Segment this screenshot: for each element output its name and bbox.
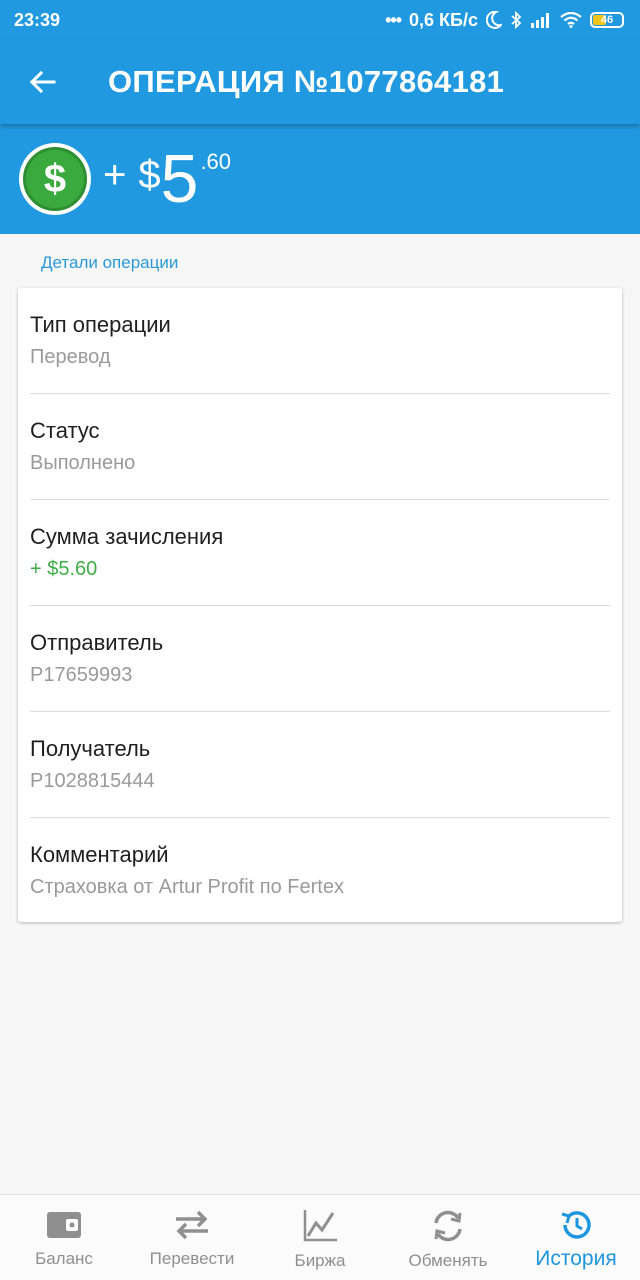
detail-row-type: Тип операции Перевод bbox=[30, 288, 610, 394]
nav-item-balance[interactable]: Баланс bbox=[0, 1195, 128, 1280]
detail-row-recipient: Получатель P1028815444 bbox=[30, 712, 610, 818]
bluetooth-icon bbox=[511, 11, 522, 29]
page-title: ОПЕРАЦИЯ №1077864181 bbox=[108, 64, 505, 99]
app-bar: ОПЕРАЦИЯ №1077864181 bbox=[0, 40, 640, 124]
back-button[interactable] bbox=[0, 40, 84, 124]
detail-value: P1028815444 bbox=[30, 770, 155, 792]
wifi-icon bbox=[560, 12, 582, 28]
amount-currency: $ bbox=[138, 153, 161, 197]
detail-label: Статус bbox=[30, 418, 100, 443]
detail-value: + $5.60 bbox=[30, 558, 98, 580]
detail-label: Отправитель bbox=[30, 630, 164, 655]
amount-header: $ + $ 5 .60 bbox=[0, 124, 640, 234]
nav-item-history[interactable]: История bbox=[512, 1195, 640, 1280]
nav-item-swap[interactable]: Обменять bbox=[384, 1195, 512, 1280]
detail-value: Выполнено bbox=[30, 452, 136, 474]
chart-icon bbox=[303, 1210, 337, 1242]
nav-item-exchange-market[interactable]: Биржа bbox=[256, 1195, 384, 1280]
detail-label: Комментарий bbox=[30, 842, 169, 867]
signal-icon bbox=[531, 13, 549, 28]
detail-value: Страховка от Artur Profit по Fertex bbox=[30, 876, 344, 898]
amount-cents: .60 bbox=[200, 149, 232, 174]
nav-label: Биржа bbox=[294, 1251, 346, 1270]
battery-icon: 46 bbox=[590, 12, 624, 28]
detail-label: Тип операции bbox=[30, 312, 171, 337]
amount-display: + $ 5 .60 bbox=[103, 135, 231, 213]
status-bar: 23:39 ••• 0,6 КБ/с 46 bbox=[0, 0, 640, 40]
arrow-back-icon bbox=[29, 70, 56, 94]
detail-value: P17659993 bbox=[30, 664, 133, 686]
detail-row-sender: Отправитель P17659993 bbox=[30, 606, 610, 712]
amount-whole: 5 bbox=[160, 141, 199, 217]
amount-sign: + bbox=[103, 153, 127, 197]
network-speed: 0,6 КБ/с bbox=[409, 9, 478, 30]
detail-row-status: Статус Выполнено bbox=[30, 394, 610, 500]
detail-row-comment: Комментарий Страховка от Artur Profit по… bbox=[30, 818, 610, 924]
detail-label: Сумма зачисления bbox=[30, 524, 224, 549]
dollar-icon: $ bbox=[19, 143, 91, 215]
battery-level: 46 bbox=[600, 14, 614, 26]
nav-label: Перевести bbox=[149, 1249, 235, 1268]
moon-icon bbox=[486, 11, 502, 29]
transfer-arrows-icon bbox=[176, 1210, 208, 1240]
history-icon bbox=[561, 1211, 591, 1239]
bottom-nav: Баланс Перевести Биржа Обменять История bbox=[0, 1194, 640, 1280]
nav-label: Обменять bbox=[408, 1251, 488, 1270]
status-indicators: ••• 0,6 КБ/с 46 bbox=[385, 10, 624, 31]
nav-label: Баланс bbox=[35, 1249, 93, 1268]
screen: 23:39 ••• 0,6 КБ/с 46 ОПЕРАЦИЯ №10778641… bbox=[0, 0, 640, 1280]
detail-row-amount: Сумма зачисления + $5.60 bbox=[30, 500, 610, 606]
status-time: 23:39 bbox=[14, 9, 61, 30]
details-card: Тип операции Перевод Статус Выполнено Су… bbox=[18, 288, 622, 922]
nav-item-transfer[interactable]: Перевести bbox=[128, 1195, 256, 1280]
detail-label: Получатель bbox=[30, 736, 151, 761]
section-label: Детали операции bbox=[41, 253, 179, 272]
notification-dots-icon: ••• bbox=[385, 9, 402, 30]
exchange-icon bbox=[434, 1210, 462, 1242]
wallet-icon bbox=[47, 1212, 81, 1238]
nav-label: История bbox=[535, 1247, 617, 1270]
detail-value: Перевод bbox=[30, 346, 111, 368]
